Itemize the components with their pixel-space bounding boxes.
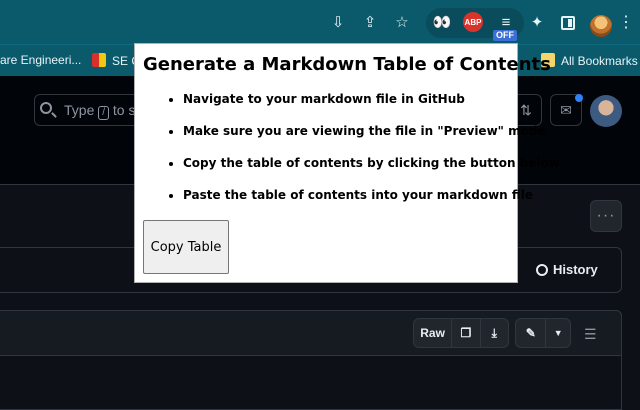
instruction-item: Make sure you are viewing the file in "P…	[183, 124, 546, 156]
file-actions-group: Raw ❐ ⤓	[413, 318, 509, 348]
history-icon	[536, 264, 548, 276]
all-bookmarks-folder[interactable]: All Bookmarks	[541, 53, 638, 68]
raw-button[interactable]: Raw	[414, 319, 453, 347]
chrome-menu-icon[interactable]: ⋮	[614, 10, 638, 34]
outline-list-icon[interactable]: ☰	[584, 326, 597, 343]
side-panel-icon[interactable]	[561, 16, 575, 30]
user-avatar[interactable]	[590, 95, 622, 127]
edit-pencil-icon[interactable]: ✎	[516, 319, 547, 347]
browser-toolbar: ⇩ ⇪ ☆ 👀 ABP ≡ OFF ✦ ⋮	[0, 0, 640, 44]
copy-icon[interactable]: ❐	[452, 319, 481, 347]
extension-popup: Generate a Markdown Table of Contents Na…	[134, 43, 560, 283]
share-icon[interactable]: ⇪	[358, 10, 382, 34]
instruction-item: Paste the table of contents into your ma…	[183, 188, 533, 220]
bookmark-item[interactable]: SE C	[92, 53, 140, 68]
download-icon[interactable]: ⤓	[481, 319, 508, 347]
bookmark-item[interactable]: are Engineeri...	[0, 53, 81, 67]
chevron-down-icon[interactable]: ▼	[546, 319, 570, 347]
extension-off-badge: OFF	[493, 30, 517, 41]
popup-title: Generate a Markdown Table of Contents	[143, 54, 551, 75]
extension-owl-icon[interactable]: 👀	[430, 10, 454, 34]
adblock-extension[interactable]: ABP	[461, 10, 485, 34]
profile-avatar[interactable]	[590, 15, 612, 37]
adblock-icon: ABP	[463, 12, 483, 32]
extensions-puzzle-icon[interactable]: ✦	[525, 10, 549, 34]
more-options-button[interactable]: ···	[590, 200, 622, 232]
instruction-item: Navigate to your markdown file in GitHub	[183, 92, 513, 124]
copy-table-button[interactable]: Copy Table	[143, 220, 229, 274]
instruction-item: Copy the table of contents by clicking t…	[183, 156, 560, 188]
search-placeholder: Type / to s	[64, 102, 136, 120]
notification-dot	[575, 94, 583, 102]
bookmark-star-icon[interactable]: ☆	[390, 10, 414, 34]
search-icon	[40, 102, 52, 114]
history-button[interactable]: History	[536, 262, 598, 277]
instructions-list: Navigate to your markdown file in GitHub…	[135, 92, 560, 220]
bookmark-favicon-icon	[92, 53, 106, 67]
install-app-icon[interactable]: ⇩	[326, 10, 350, 34]
edit-group: ✎ ▼	[515, 318, 571, 348]
